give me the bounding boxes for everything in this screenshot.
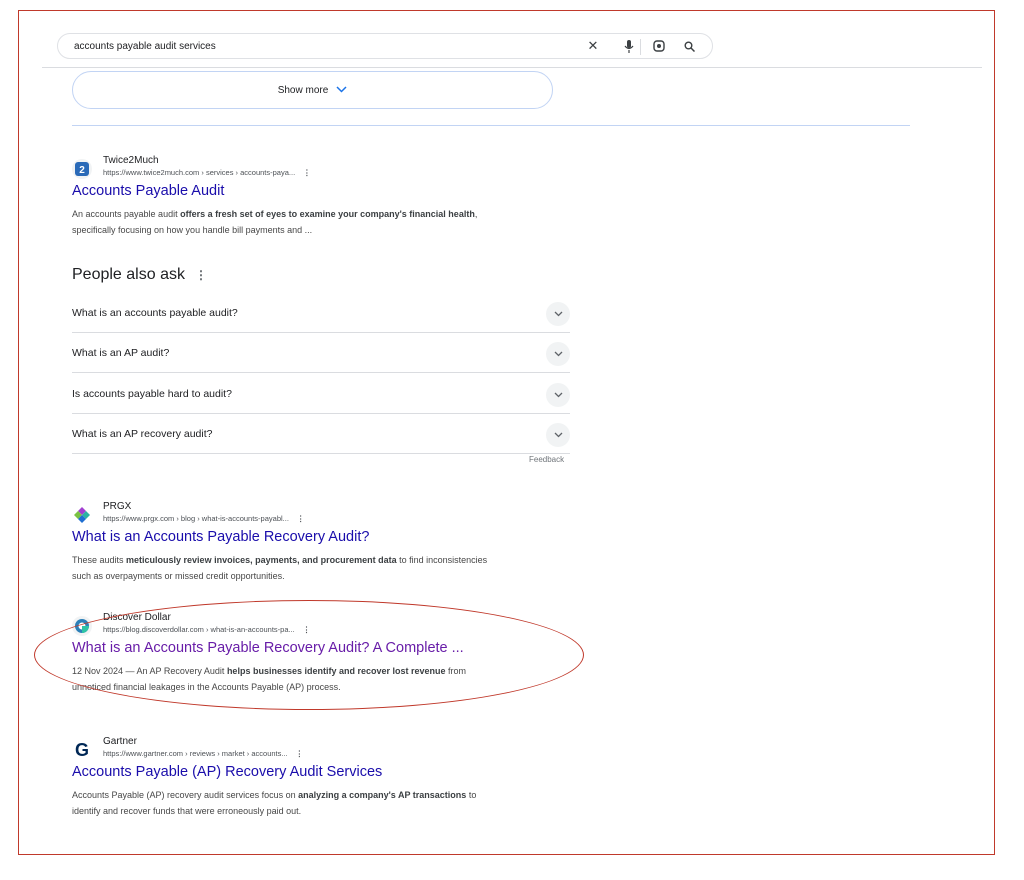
paa-question[interactable]: What is an accounts payable audit? [72, 293, 570, 333]
result-site-name: Twice2Much [103, 155, 159, 166]
svg-text:2: 2 [79, 165, 85, 176]
prgx-favicon [72, 505, 92, 525]
show-more-button[interactable]: Show more [72, 71, 553, 109]
search-box[interactable]: accounts payable audit services ✕ [57, 33, 713, 59]
result-url-text: https://www.gartner.com › reviews › mark… [103, 749, 288, 758]
result-snippet: An accounts payable audit offers a fresh… [72, 209, 478, 235]
result-snippet: Accounts Payable (AP) recovery audit ser… [72, 790, 477, 816]
more-options-icon[interactable]: ⋮ [195, 268, 207, 282]
result-url[interactable]: https://www.twice2much.com › services › … [103, 168, 311, 177]
close-icon[interactable]: ✕ [584, 37, 602, 55]
people-also-ask-heading: People also ask ⋮ [72, 266, 207, 284]
result-url[interactable]: https://www.gartner.com › reviews › mark… [103, 749, 303, 758]
result-url[interactable]: https://blog.discoverdollar.com › what-i… [103, 625, 310, 634]
chevron-down-icon[interactable] [546, 423, 570, 447]
paa-heading-text: People also ask [72, 266, 185, 283]
result-site-name: Gartner [103, 736, 137, 747]
paa-question-text: Is accounts payable hard to audit? [72, 388, 232, 400]
result-url-text: https://www.prgx.com › blog › what-is-ac… [103, 514, 289, 523]
paa-question-text: What is an AP audit? [72, 347, 170, 359]
more-options-icon[interactable]: ⋮ [303, 168, 311, 177]
result-site-name: PRGX [103, 501, 132, 512]
result-site-name: Discover Dollar [103, 612, 171, 623]
search-divider [640, 39, 641, 55]
twice2much-favicon: 2 [72, 159, 92, 179]
result-title-link[interactable]: What is an Accounts Payable Recovery Aud… [72, 529, 369, 545]
discover-dollar-favicon [72, 616, 92, 636]
chevron-down-icon [336, 84, 347, 96]
gartner-favicon: G [74, 739, 89, 760]
more-options-icon[interactable]: ⋮ [297, 514, 305, 523]
more-options-icon[interactable]: ⋮ [296, 749, 304, 758]
paa-question-text: What is an AP recovery audit? [72, 428, 213, 440]
result-url-text: https://www.twice2much.com › services › … [103, 168, 296, 177]
section-divider [72, 125, 910, 126]
result-url[interactable]: https://www.prgx.com › blog › what-is-ac… [103, 514, 304, 523]
chevron-down-icon[interactable] [546, 342, 570, 366]
paa-question-text: What is an accounts payable audit? [72, 307, 238, 319]
chevron-down-icon[interactable] [546, 383, 570, 407]
lens-icon[interactable] [650, 37, 668, 55]
result-url-text: https://blog.discoverdollar.com › what-i… [103, 625, 295, 634]
header-divider [42, 67, 982, 68]
result-title-link[interactable]: What is an Accounts Payable Recovery Aud… [72, 640, 464, 656]
more-options-icon[interactable]: ⋮ [303, 625, 311, 634]
result-snippet: These audits meticulously review invoice… [72, 555, 488, 581]
microphone-icon[interactable] [620, 37, 638, 55]
search-icon[interactable] [680, 37, 698, 55]
search-input[interactable]: accounts payable audit services [74, 41, 216, 52]
result-title-link[interactable]: Accounts Payable Audit [72, 183, 224, 199]
feedback-link[interactable]: Feedback [529, 455, 564, 464]
result-snippet: 12 Nov 2024 — An AP Recovery Audit helps… [72, 666, 467, 692]
chevron-down-icon[interactable] [546, 302, 570, 326]
paa-question[interactable]: What is an AP recovery audit? [72, 414, 570, 454]
show-more-label: Show more [277, 84, 329, 96]
paa-question[interactable]: What is an AP audit? [72, 333, 570, 373]
paa-question[interactable]: Is accounts payable hard to audit? [72, 374, 570, 414]
result-title-link[interactable]: Accounts Payable (AP) Recovery Audit Ser… [72, 764, 382, 780]
